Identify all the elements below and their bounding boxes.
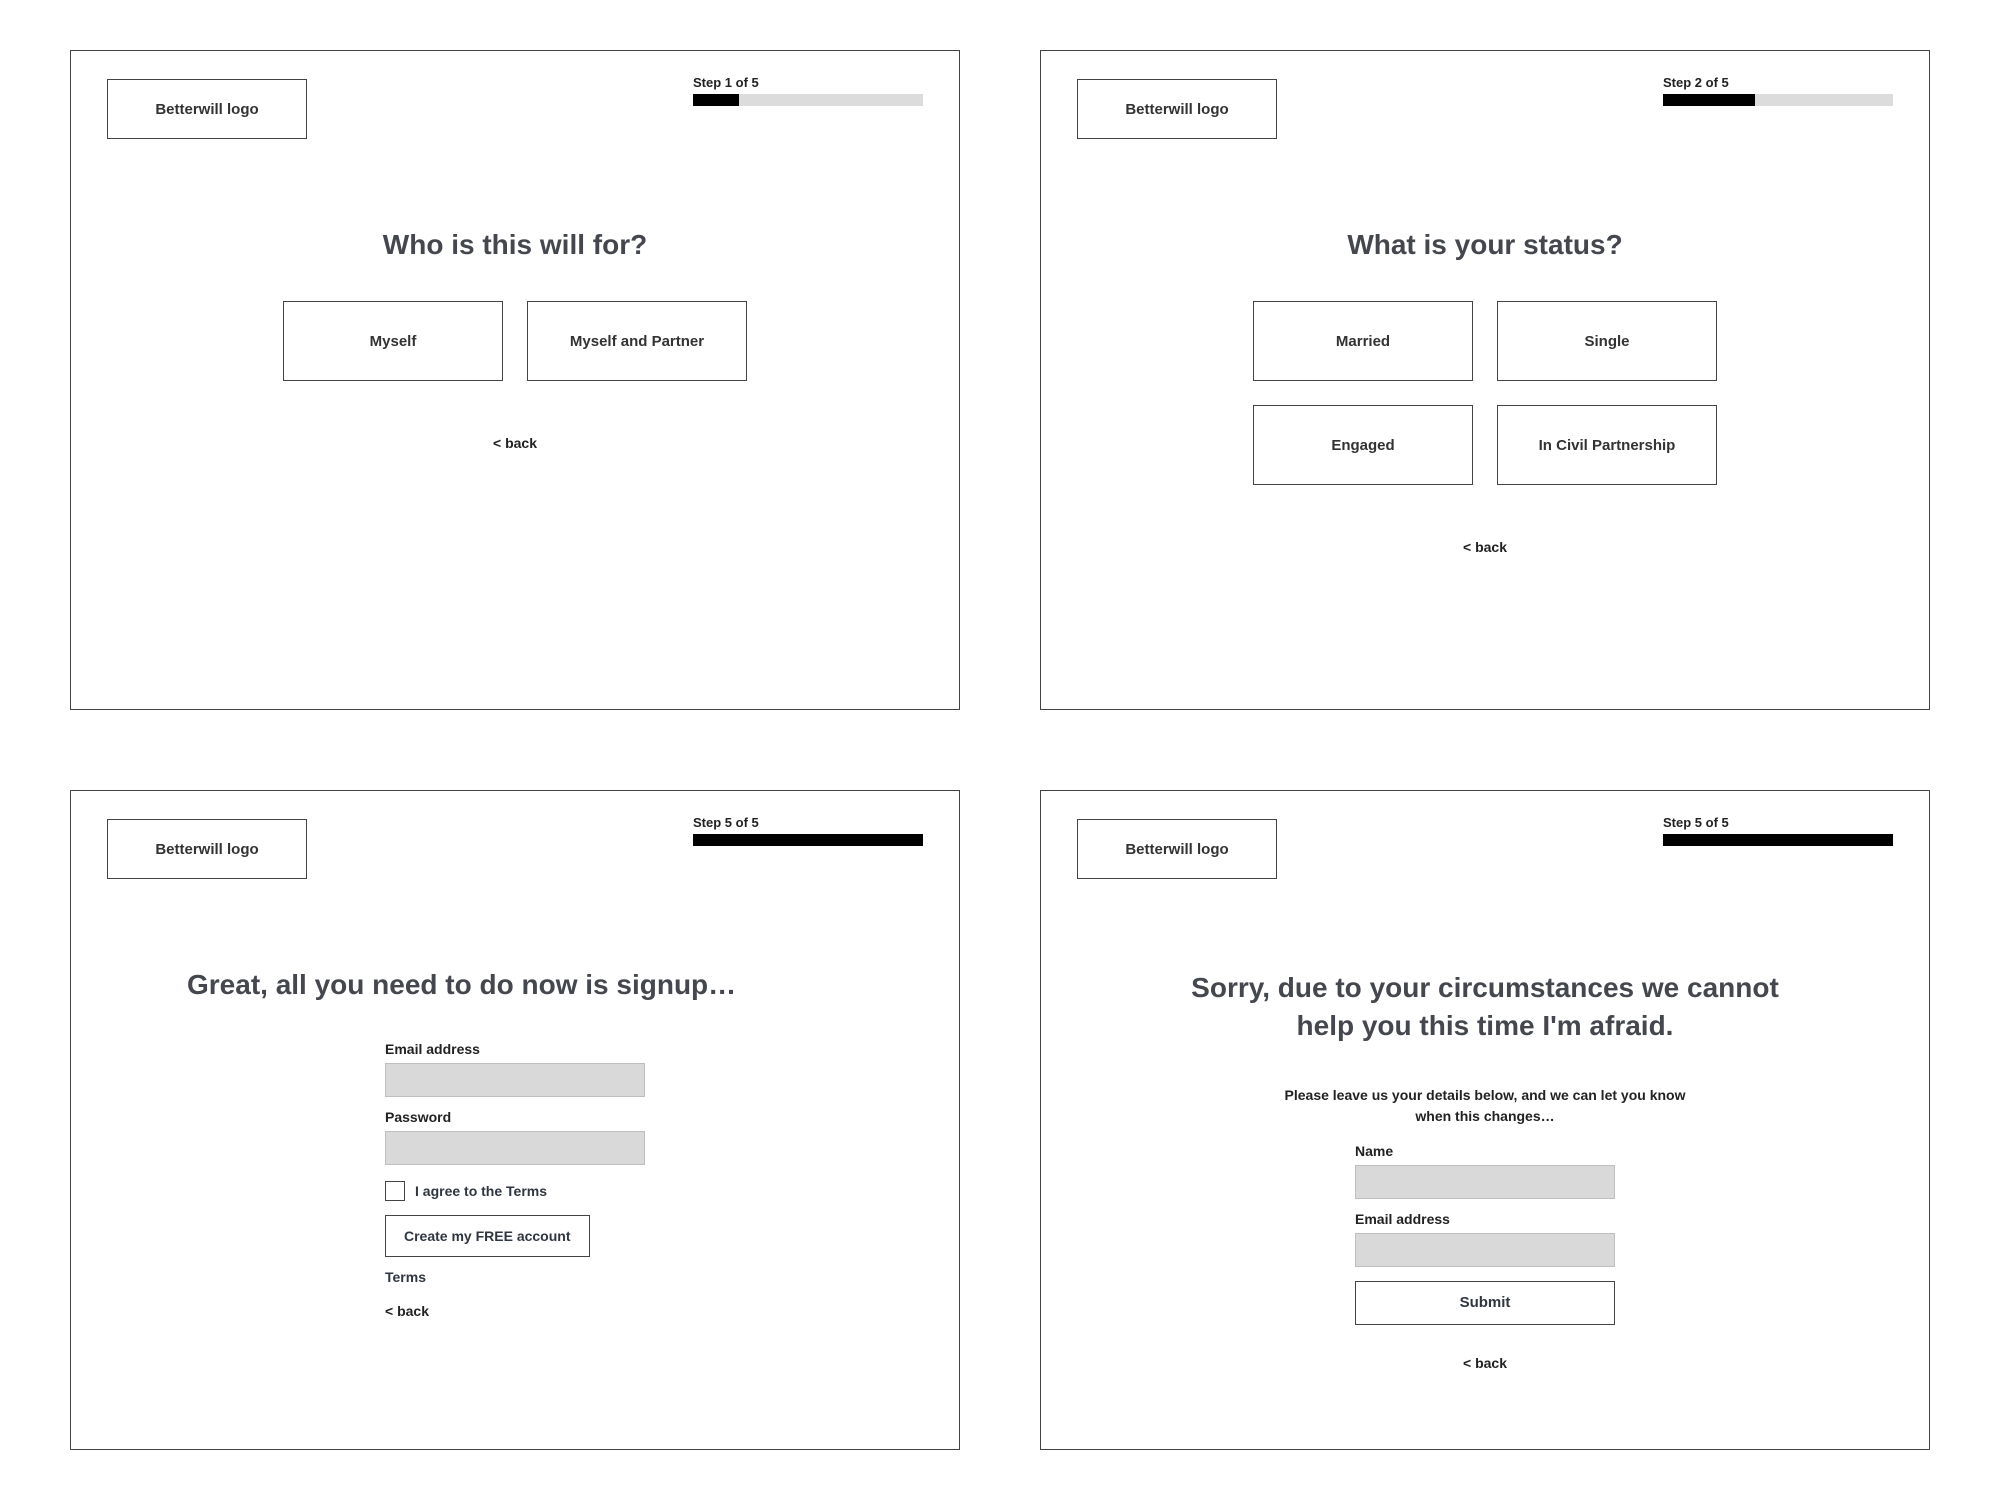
- password-input[interactable]: [385, 1131, 645, 1165]
- step-label: Step 5 of 5: [1663, 815, 1893, 830]
- password-label: Password: [385, 1109, 645, 1125]
- name-label: Name: [1355, 1143, 1615, 1159]
- option-civil-partnership[interactable]: In Civil Partnership: [1497, 405, 1717, 485]
- progress-fill: [693, 94, 739, 106]
- progress-bar: [1663, 834, 1893, 846]
- progress-block: Step 2 of 5: [1663, 75, 1893, 106]
- progress-fill: [693, 834, 923, 846]
- page-title: Who is this will for?: [107, 229, 923, 261]
- wireframe-step5-signup: Betterwill logo Step 5 of 5 Great, all y…: [70, 790, 960, 1450]
- option-myself-partner[interactable]: Myself and Partner: [527, 301, 747, 381]
- page-title: Sorry, due to your circumstances we cann…: [1175, 969, 1795, 1045]
- logo-placeholder: Betterwill logo: [1077, 819, 1277, 879]
- progress-bar: [693, 94, 923, 106]
- back-link[interactable]: < back: [1463, 539, 1507, 555]
- step-label: Step 1 of 5: [693, 75, 923, 90]
- logo-placeholder: Betterwill logo: [1077, 79, 1277, 139]
- progress-fill: [1663, 834, 1893, 846]
- option-engaged[interactable]: Engaged: [1253, 405, 1473, 485]
- submit-button[interactable]: Submit: [1355, 1281, 1615, 1325]
- progress-block: Step 5 of 5: [1663, 815, 1893, 846]
- create-account-button[interactable]: Create my FREE account: [385, 1215, 590, 1257]
- step-label: Step 2 of 5: [1663, 75, 1893, 90]
- progress-block: Step 1 of 5: [693, 75, 923, 106]
- back-link[interactable]: < back: [1463, 1355, 1507, 1371]
- page-title: Great, all you need to do now is signup…: [187, 969, 923, 1001]
- option-married[interactable]: Married: [1253, 301, 1473, 381]
- progress-bar: [693, 834, 923, 846]
- progress-bar: [1663, 94, 1893, 106]
- progress-block: Step 5 of 5: [693, 815, 923, 846]
- terms-link[interactable]: Terms: [385, 1269, 645, 1285]
- wireframe-step1: Betterwill logo Step 1 of 5 Who is this …: [70, 50, 960, 710]
- email-input[interactable]: [1355, 1233, 1615, 1267]
- agree-checkbox[interactable]: [385, 1181, 405, 1201]
- logo-placeholder: Betterwill logo: [107, 819, 307, 879]
- option-single[interactable]: Single: [1497, 301, 1717, 381]
- back-link[interactable]: < back: [493, 435, 537, 451]
- progress-fill: [1663, 94, 1755, 106]
- option-myself[interactable]: Myself: [283, 301, 503, 381]
- wireframe-step2: Betterwill logo Step 2 of 5 What is your…: [1040, 50, 1930, 710]
- step-label: Step 5 of 5: [693, 815, 923, 830]
- wireframe-step5-sorry: Betterwill logo Step 5 of 5 Sorry, due t…: [1040, 790, 1930, 1450]
- email-label: Email address: [385, 1041, 645, 1057]
- agree-label: I agree to the Terms: [415, 1183, 547, 1199]
- email-input[interactable]: [385, 1063, 645, 1097]
- page-title: What is your status?: [1077, 229, 1893, 261]
- sub-copy: Please leave us your details below, and …: [1275, 1085, 1695, 1127]
- back-link[interactable]: < back: [385, 1303, 429, 1319]
- logo-placeholder: Betterwill logo: [107, 79, 307, 139]
- name-input[interactable]: [1355, 1165, 1615, 1199]
- email-label: Email address: [1355, 1211, 1615, 1227]
